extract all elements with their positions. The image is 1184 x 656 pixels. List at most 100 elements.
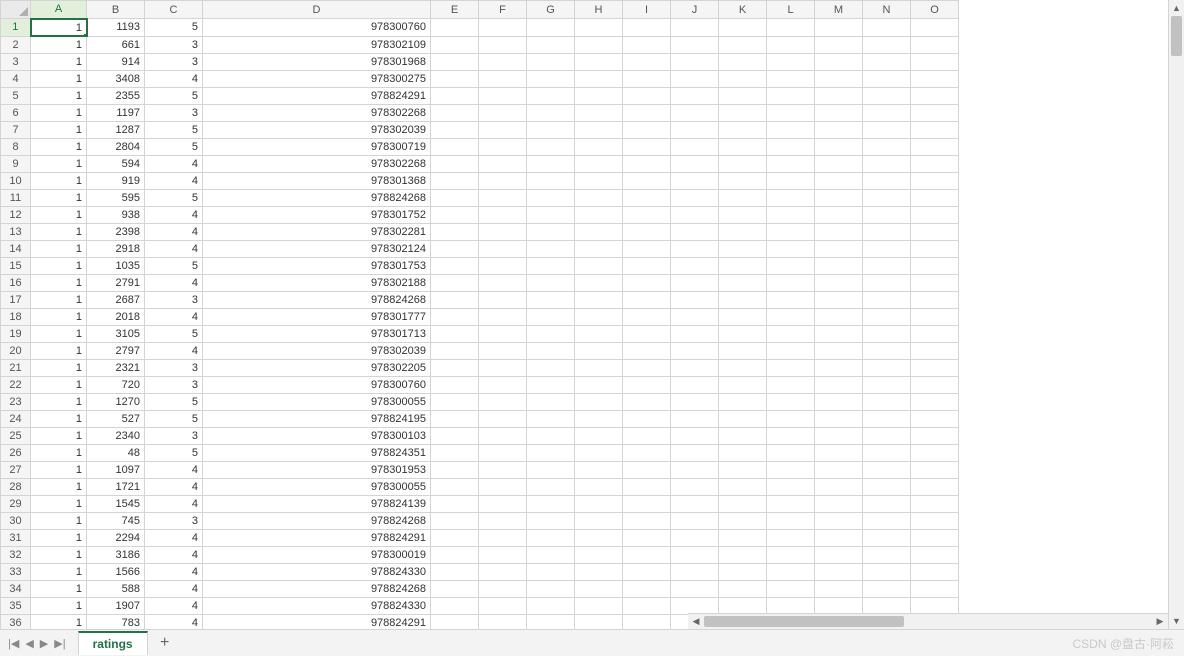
cell[interactable]: 978302281 (203, 223, 431, 240)
cell[interactable] (575, 240, 623, 257)
cell[interactable]: 588 (87, 580, 145, 597)
cell[interactable] (671, 325, 719, 342)
vertical-scroll-track[interactable] (1169, 16, 1184, 613)
cell[interactable] (575, 359, 623, 376)
vertical-scroll-thumb[interactable] (1171, 16, 1182, 56)
row-header[interactable]: 1 (1, 19, 31, 37)
cell[interactable] (479, 410, 527, 427)
cell[interactable]: 3 (145, 376, 203, 393)
cell[interactable] (767, 359, 815, 376)
cell[interactable] (863, 223, 911, 240)
cell[interactable]: 1 (31, 495, 87, 512)
column-header-B[interactable]: B (87, 1, 145, 19)
cell[interactable] (623, 274, 671, 291)
cell[interactable]: 4 (145, 70, 203, 87)
cell[interactable] (479, 206, 527, 223)
cell[interactable]: 4 (145, 274, 203, 291)
cell[interactable] (479, 121, 527, 138)
cell[interactable] (911, 342, 959, 359)
column-header-N[interactable]: N (863, 1, 911, 19)
cell[interactable]: 978301753 (203, 257, 431, 274)
cell[interactable] (863, 478, 911, 495)
cell[interactable] (479, 172, 527, 189)
cell[interactable] (431, 393, 479, 410)
cell[interactable]: 594 (87, 155, 145, 172)
cell[interactable] (863, 580, 911, 597)
cell[interactable] (479, 308, 527, 325)
cell[interactable]: 1721 (87, 478, 145, 495)
cell[interactable] (623, 121, 671, 138)
cell[interactable]: 978301968 (203, 53, 431, 70)
cell[interactable]: 978300275 (203, 70, 431, 87)
cell[interactable] (479, 597, 527, 614)
cell[interactable] (527, 36, 575, 53)
cell[interactable] (479, 427, 527, 444)
cell[interactable]: 978824330 (203, 597, 431, 614)
cell[interactable]: 978302268 (203, 155, 431, 172)
cell[interactable] (767, 189, 815, 206)
cell[interactable]: 978302205 (203, 359, 431, 376)
cell[interactable] (431, 597, 479, 614)
cell[interactable] (863, 172, 911, 189)
row-header[interactable]: 18 (1, 308, 31, 325)
cell[interactable] (671, 257, 719, 274)
cell[interactable] (863, 529, 911, 546)
cell[interactable] (431, 410, 479, 427)
cell[interactable] (623, 495, 671, 512)
row-header[interactable]: 10 (1, 172, 31, 189)
cell[interactable] (863, 206, 911, 223)
cell[interactable] (623, 36, 671, 53)
cell[interactable] (911, 580, 959, 597)
cell[interactable] (431, 104, 479, 121)
cell[interactable] (575, 410, 623, 427)
cell[interactable] (671, 155, 719, 172)
cell[interactable]: 1 (31, 529, 87, 546)
cell[interactable] (863, 546, 911, 563)
cell[interactable]: 1 (31, 70, 87, 87)
row-header[interactable]: 9 (1, 155, 31, 172)
cell[interactable]: 978300760 (203, 19, 431, 37)
cell[interactable]: 978824268 (203, 291, 431, 308)
cell[interactable] (719, 70, 767, 87)
cell[interactable]: 978824291 (203, 529, 431, 546)
cell[interactable] (767, 461, 815, 478)
row-header[interactable]: 30 (1, 512, 31, 529)
cell[interactable] (719, 240, 767, 257)
column-header-L[interactable]: L (767, 1, 815, 19)
cell[interactable]: 3105 (87, 325, 145, 342)
cell[interactable] (623, 189, 671, 206)
cell[interactable] (479, 580, 527, 597)
cell[interactable]: 1 (31, 172, 87, 189)
cell[interactable]: 2018 (87, 308, 145, 325)
cell[interactable] (671, 189, 719, 206)
cell[interactable] (479, 325, 527, 342)
cell[interactable]: 1 (31, 427, 87, 444)
cell[interactable]: 2797 (87, 342, 145, 359)
column-header-C[interactable]: C (145, 1, 203, 19)
cell[interactable]: 1 (31, 53, 87, 70)
cell[interactable] (863, 189, 911, 206)
cell[interactable] (863, 376, 911, 393)
cell[interactable] (671, 359, 719, 376)
cell[interactable] (575, 308, 623, 325)
cell[interactable] (527, 461, 575, 478)
cell[interactable] (911, 206, 959, 223)
cell[interactable]: 978302188 (203, 274, 431, 291)
cell[interactable] (815, 223, 863, 240)
cell[interactable] (863, 410, 911, 427)
cell[interactable] (767, 138, 815, 155)
cell[interactable] (575, 138, 623, 155)
cell[interactable] (815, 563, 863, 580)
row-header[interactable]: 23 (1, 393, 31, 410)
cell[interactable] (479, 138, 527, 155)
cell[interactable] (527, 291, 575, 308)
cell[interactable] (815, 325, 863, 342)
cell[interactable] (623, 308, 671, 325)
cell[interactable] (575, 580, 623, 597)
cell[interactable]: 48 (87, 444, 145, 461)
cell[interactable] (719, 19, 767, 37)
cell[interactable] (527, 308, 575, 325)
cell[interactable]: 5 (145, 257, 203, 274)
cell[interactable] (623, 223, 671, 240)
cell[interactable] (527, 274, 575, 291)
